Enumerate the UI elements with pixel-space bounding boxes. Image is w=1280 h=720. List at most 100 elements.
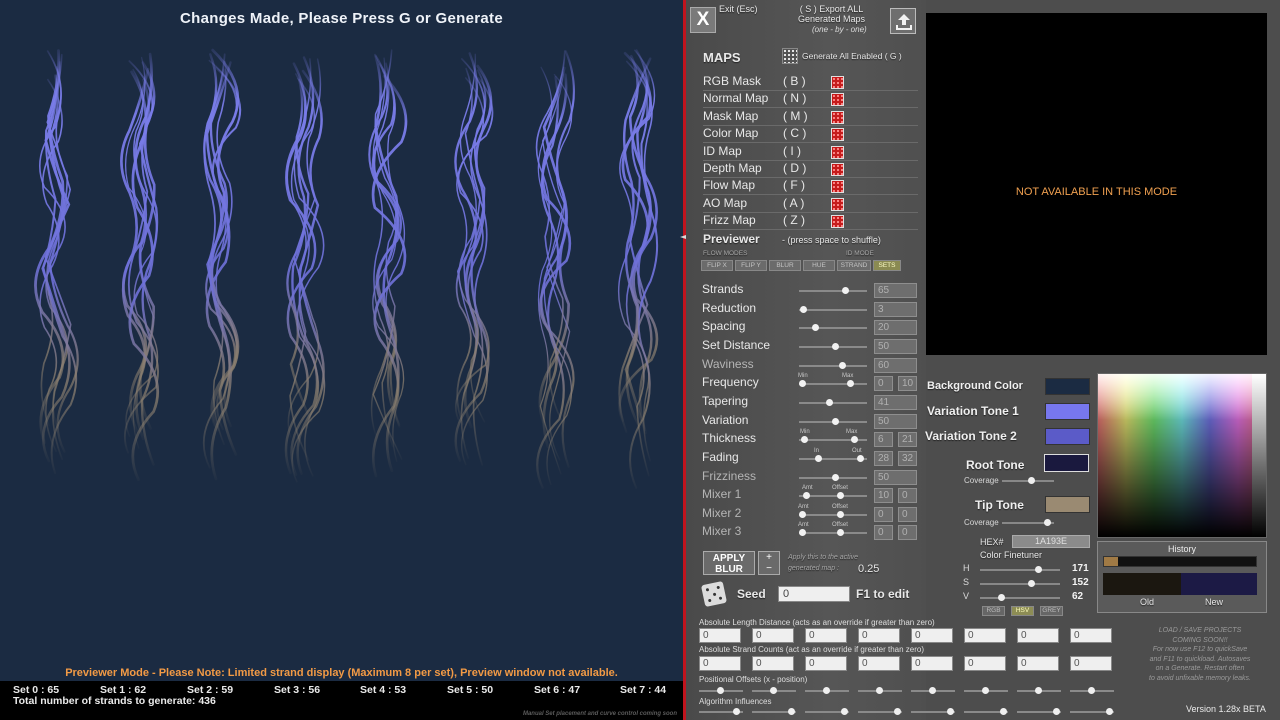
influence-slider-knob[interactable] xyxy=(1053,708,1060,715)
map-row[interactable]: Mask Map ( M ) xyxy=(703,109,918,126)
param-value-input[interactable]: 0 xyxy=(874,525,893,541)
offset-slider-knob[interactable] xyxy=(1088,687,1095,694)
param-slider-knob[interactable] xyxy=(839,361,846,369)
param-max-knob[interactable] xyxy=(857,454,864,462)
blur-increase-button[interactable]: + xyxy=(759,552,779,563)
strand-count-input[interactable]: 0 xyxy=(699,656,741,671)
strand-count-input[interactable]: 0 xyxy=(1070,656,1112,671)
strand-count-input[interactable]: 0 xyxy=(752,656,794,671)
length-distance-input[interactable]: 0 xyxy=(699,628,741,643)
hsv-slider-knob[interactable] xyxy=(1034,566,1042,573)
map-enable-toggle[interactable] xyxy=(831,93,844,107)
length-distance-input[interactable]: 0 xyxy=(858,628,900,643)
seed-input[interactable]: 0 xyxy=(778,586,850,602)
color-mode-grey[interactable]: GREY xyxy=(1040,606,1063,616)
map-row[interactable]: Frizz Map ( Z ) xyxy=(703,213,918,231)
length-distance-input[interactable]: 0 xyxy=(911,628,953,643)
param-slider-track[interactable] xyxy=(799,532,867,535)
map-row[interactable]: ID Map ( I ) xyxy=(703,144,918,161)
variation-tone-2-swatch[interactable] xyxy=(1045,428,1090,445)
param-value-input[interactable]: 32 xyxy=(898,450,917,466)
param-value-input[interactable]: 10 xyxy=(874,488,893,504)
strand-count-input[interactable]: 0 xyxy=(911,656,953,671)
influence-slider-knob[interactable] xyxy=(894,708,901,715)
apply-blur-button[interactable]: APPLY BLUR xyxy=(703,551,755,575)
variation-tone-1-swatch[interactable] xyxy=(1045,403,1090,420)
hex-input[interactable]: 1A193E xyxy=(1012,535,1090,548)
param-value-input[interactable]: 41 xyxy=(874,394,917,410)
hsv-slider-track[interactable] xyxy=(980,597,1060,599)
param-value-input[interactable]: 50 xyxy=(874,413,917,429)
param-value-input[interactable]: 20 xyxy=(874,320,917,336)
param-slider-track[interactable] xyxy=(799,513,867,516)
offset-slider-knob[interactable] xyxy=(823,687,830,694)
param-value-input[interactable]: 6 xyxy=(874,432,893,448)
param-min-knob[interactable] xyxy=(803,492,810,500)
param-min-knob[interactable] xyxy=(801,436,808,444)
map-enable-toggle[interactable] xyxy=(831,163,844,176)
param-slider-track[interactable] xyxy=(799,383,867,386)
hsv-slider-track[interactable] xyxy=(980,569,1060,571)
tip-coverage-knob[interactable] xyxy=(1044,519,1051,526)
map-row[interactable]: AO Map ( A ) xyxy=(703,196,918,213)
param-value-input[interactable]: 0 xyxy=(874,376,893,392)
param-value-input[interactable]: 0 xyxy=(898,506,917,522)
param-slider-track[interactable] xyxy=(799,308,867,311)
map-row[interactable]: Depth Map ( D ) xyxy=(703,161,918,178)
param-slider-track[interactable] xyxy=(799,327,867,330)
strand-count-input[interactable]: 0 xyxy=(964,656,1006,671)
param-slider-track[interactable] xyxy=(799,401,867,404)
map-row[interactable]: Normal Map ( N ) xyxy=(703,91,918,109)
influence-slider-knob[interactable] xyxy=(1106,708,1113,715)
hsv-slider-track[interactable] xyxy=(980,583,1060,585)
map-enable-toggle[interactable] xyxy=(831,145,844,159)
strand-count-input[interactable]: 0 xyxy=(1017,656,1059,671)
history-bar[interactable] xyxy=(1103,556,1257,567)
mode-button-sets[interactable]: SETS xyxy=(873,260,901,271)
color-mode-hsv[interactable]: HSV xyxy=(1011,606,1034,616)
dice-icon[interactable] xyxy=(700,580,728,608)
export-upload-button[interactable] xyxy=(890,8,916,34)
length-distance-input[interactable]: 0 xyxy=(752,628,794,643)
param-slider-track[interactable] xyxy=(799,290,867,292)
param-value-input[interactable]: 0 xyxy=(898,525,917,541)
tip-tone-swatch[interactable] xyxy=(1045,496,1090,513)
mode-button-blur[interactable]: BLUR xyxy=(769,260,801,271)
map-enable-toggle[interactable] xyxy=(831,180,844,194)
influence-slider-knob[interactable] xyxy=(1000,708,1007,715)
param-min-knob[interactable] xyxy=(799,529,806,537)
mode-button-strand[interactable]: STRAND xyxy=(837,260,871,271)
param-max-knob[interactable] xyxy=(851,436,858,444)
param-value-input[interactable]: 10 xyxy=(898,376,917,392)
root-coverage-knob[interactable] xyxy=(1028,477,1035,484)
param-slider-knob[interactable] xyxy=(800,305,807,313)
old-color-swatch[interactable] xyxy=(1103,573,1181,595)
param-slider-knob[interactable] xyxy=(832,473,839,481)
root-tone-swatch[interactable] xyxy=(1044,454,1089,472)
param-min-knob[interactable] xyxy=(799,510,806,518)
length-distance-input[interactable]: 0 xyxy=(805,628,847,643)
param-value-input[interactable]: 0 xyxy=(874,506,893,522)
export-all-label[interactable]: ( S ) Export ALL Generated Maps xyxy=(798,4,865,24)
offset-slider-knob[interactable] xyxy=(717,687,724,694)
map-row[interactable]: RGB Mask ( B ) xyxy=(703,74,918,91)
color-picker[interactable] xyxy=(1097,373,1267,538)
param-slider-knob[interactable] xyxy=(832,342,839,350)
param-value-input[interactable]: 60 xyxy=(874,357,917,373)
map-row[interactable]: Flow Map ( F ) xyxy=(703,178,918,196)
brightness-strip[interactable] xyxy=(1252,374,1266,537)
length-distance-input[interactable]: 0 xyxy=(1017,628,1059,643)
influence-slider-knob[interactable] xyxy=(841,708,848,715)
mode-button-flip-x[interactable]: FLIP X xyxy=(701,260,733,271)
offset-slider-knob[interactable] xyxy=(1035,687,1042,694)
param-max-knob[interactable] xyxy=(837,492,844,500)
param-slider-knob[interactable] xyxy=(812,324,819,332)
history-chip[interactable] xyxy=(1104,557,1118,566)
param-value-input[interactable]: 3 xyxy=(874,301,917,317)
hsv-slider-knob[interactable] xyxy=(997,594,1005,601)
grid-icon[interactable] xyxy=(782,48,798,64)
map-enable-toggle[interactable] xyxy=(831,215,844,229)
influence-slider-knob[interactable] xyxy=(733,708,740,715)
new-color-swatch[interactable] xyxy=(1181,573,1257,595)
param-max-knob[interactable] xyxy=(837,510,844,518)
